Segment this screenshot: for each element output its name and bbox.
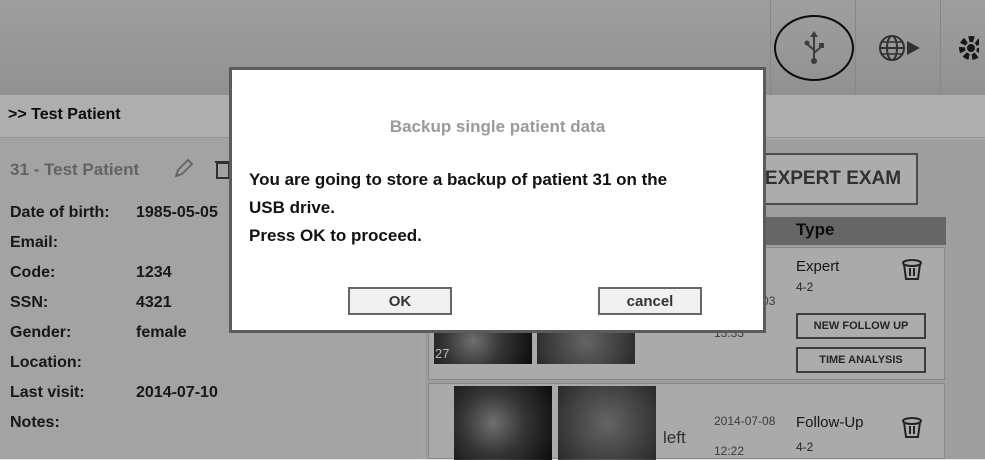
dialog-message-line: You are going to store a backup of patie… — [249, 170, 668, 189]
dialog-message-line: Press OK to proceed. — [249, 226, 422, 245]
ok-button[interactable]: OK — [348, 287, 452, 315]
cancel-button[interactable]: cancel — [598, 287, 702, 315]
dialog-message-line: USB drive. — [249, 198, 335, 217]
dialog-title: Backup single patient data — [389, 117, 606, 136]
backup-dialog: Backup single patient data You are going… — [229, 67, 766, 333]
dialog-message: You are going to store a backup of patie… — [249, 166, 749, 250]
